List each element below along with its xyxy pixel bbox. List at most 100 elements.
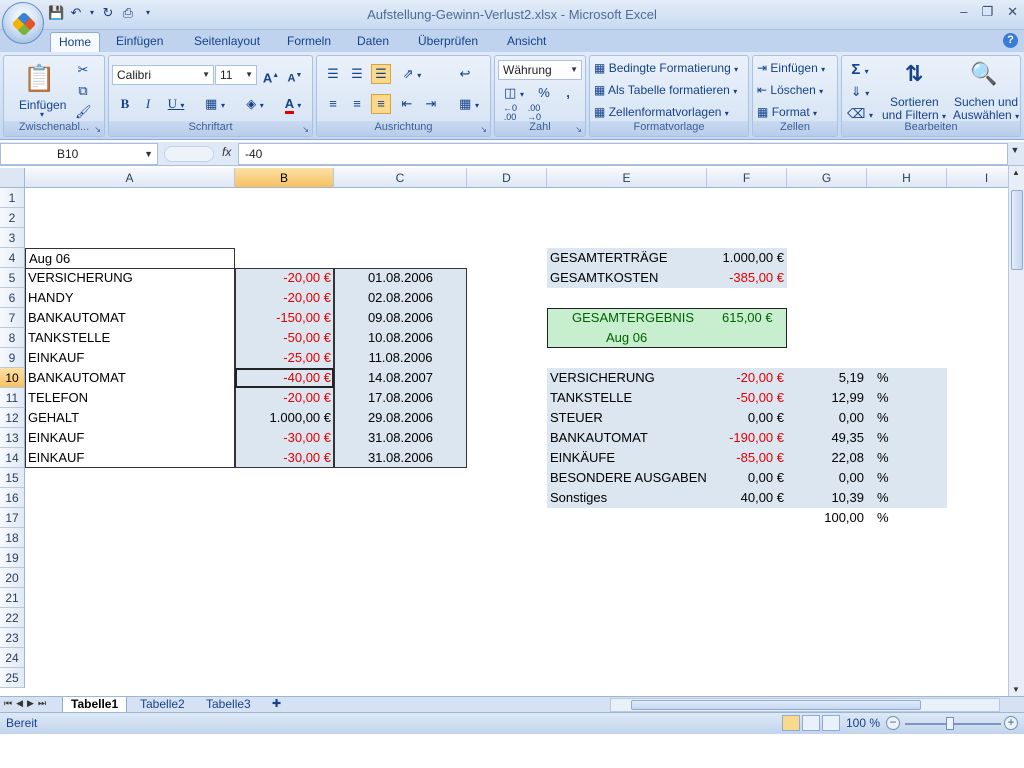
breakdown-amount[interactable]: -20,00 € [707,368,787,388]
insert-cells-button[interactable]: ⇥ Einfügen ▾ [757,61,825,75]
ledger-label[interactable]: TANKSTELLE [25,328,235,348]
ledger-label[interactable]: EINKAUF [25,428,235,448]
tab-formulas[interactable]: Formeln [279,32,339,52]
font-size-combo[interactable]: 11 ▼ [215,65,257,85]
zoom-out-icon[interactable]: − [886,716,900,730]
font-name-combo[interactable]: Calibri ▼ [112,65,214,85]
find-select-label-2[interactable]: Auswählen ▾ [953,108,1019,122]
ledger-date[interactable]: 31.08.2006 [334,428,467,448]
breakdown-percent[interactable]: 10,39 [787,488,867,508]
merge-center-icon[interactable]: ▦ ▾ [453,94,485,116]
italic-icon[interactable]: I [138,94,158,114]
ledger-date[interactable]: 02.08.2006 [334,288,467,308]
breakdown-label[interactable]: EINKÄUFE [547,448,707,468]
ledger-amount[interactable]: -20,00 € [235,268,334,288]
ledger-date[interactable]: 14.08.2007 [334,368,467,388]
wrap-text-icon[interactable]: ↩ [455,64,475,84]
horizontal-scroll-thumb[interactable] [631,700,921,710]
bold-icon[interactable]: B [115,94,135,114]
ledger-label[interactable]: HANDY [25,288,235,308]
zoom-in-icon[interactable]: + [1004,716,1018,730]
row-header[interactable]: 20 [0,568,25,588]
find-select-icon[interactable]: 🔍 [968,58,1000,90]
close-icon[interactable]: ✕ [1007,4,1018,20]
ledger-label[interactable]: EINKAUF [25,348,235,368]
worksheet-grid[interactable]: A B C D E F G H I 1 2 3 4 5 6 7 8 9 10 11 12 13 14 15 16 17 18 19 20… [0,168,1008,696]
office-button[interactable] [2,2,44,44]
help-icon[interactable]: ? [1003,33,1018,48]
increase-decimal-icon[interactable]: ←0.00 [499,103,521,123]
row-header[interactable]: 9 [0,348,25,368]
tab-insert[interactable]: Einfügen [108,32,171,52]
row-header[interactable]: 1 [0,188,25,208]
row-header[interactable]: 21 [0,588,25,608]
ledger-date[interactable]: 29.08.2006 [334,408,467,428]
format-painter-icon[interactable]: 🖌 [74,102,92,122]
row-header[interactable]: 5 [0,268,25,288]
column-header[interactable]: H [867,168,947,188]
underline-icon[interactable]: U ▾ [161,94,191,116]
restore-icon[interactable]: ❐ [981,4,993,20]
sort-filter-label-2[interactable]: und Filtern ▾ [882,108,946,122]
row-header[interactable]: 4 [0,248,25,268]
column-header[interactable]: F [707,168,787,188]
tab-data[interactable]: Daten [349,32,397,52]
total-income-value[interactable]: 1.000,00 € [707,248,787,268]
row-header[interactable]: 6 [0,288,25,308]
align-left-icon[interactable]: ≡ [323,94,343,114]
breakdown-percent[interactable]: 49,35 [787,428,867,448]
comma-style-button[interactable]: , [559,83,577,103]
column-header[interactable]: E [547,168,707,188]
name-box[interactable]: B10 ▼ [0,143,158,165]
clipboard-launcher-icon[interactable]: ↘ [94,125,101,134]
ledger-label[interactable]: BANKAUTOMAT [25,308,235,328]
row-header[interactable]: 14 [0,448,25,468]
breakdown-amount[interactable]: -85,00 € [707,448,787,468]
breakdown-percent[interactable]: 5,19 [787,368,867,388]
breakdown-amount[interactable]: -190,00 € [707,428,787,448]
grow-font-icon[interactable]: A▲ [261,66,281,88]
column-header[interactable]: I [947,168,1008,188]
align-middle-icon[interactable]: ☰ [347,64,367,84]
accounting-format-icon[interactable]: ◫ ▾ [499,83,529,105]
breakdown-amount[interactable]: 0,00 € [707,468,787,488]
paste-dropdown-icon[interactable]: ▾ [40,110,44,119]
row-header[interactable]: 12 [0,408,25,428]
row-header[interactable]: 25 [0,668,25,688]
minimize-icon[interactable]: – [960,4,967,20]
formula-input[interactable]: -40 [238,143,1008,165]
sheet-tab-tabelle1[interactable]: Tabelle1 [62,697,128,713]
row-header[interactable]: 16 [0,488,25,508]
breakdown-amount[interactable]: 0,00 € [707,408,787,428]
row-header[interactable]: 3 [0,228,25,248]
column-header[interactable]: G [787,168,867,188]
ledger-amount[interactable]: -20,00 € [235,288,334,308]
borders-icon[interactable]: ▦ ▾ [199,94,231,116]
align-top-icon[interactable]: ☰ [323,64,343,84]
sort-filter-icon[interactable]: ⇅ [898,58,930,90]
row-header[interactable]: 8 [0,328,25,348]
column-header[interactable]: C [334,168,467,188]
row-header[interactable]: 11 [0,388,25,408]
breakdown-amount[interactable]: -50,00 € [707,388,787,408]
page-layout-view-icon[interactable] [802,715,820,731]
column-header[interactable]: B [235,168,334,188]
ledger-amount[interactable]: -20,00 € [235,388,334,408]
total-costs-label[interactable]: GESAMTKOSTEN [547,268,707,288]
ledger-date[interactable]: 01.08.2006 [334,268,467,288]
copy-icon[interactable]: ⧉ [74,81,92,101]
zoom-slider-thumb[interactable] [946,717,954,730]
row-header[interactable]: 2 [0,208,25,228]
number-launcher-icon[interactable]: ↘ [575,125,582,134]
ledger-amount[interactable]: -30,00 € [235,448,334,468]
row-header[interactable]: 17 [0,508,25,528]
ledger-amount[interactable]: -150,00 € [235,308,334,328]
find-select-label-1[interactable]: Suchen und [954,95,1018,109]
tab-home[interactable]: Home [50,32,101,52]
insert-function-button[interactable]: fx [222,145,231,159]
decrease-indent-icon[interactable]: ⇤ [397,94,417,114]
breakdown-label[interactable]: BESONDERE AUSGABEN [547,468,707,488]
ledger-amount[interactable]: -50,00 € [235,328,334,348]
column-header[interactable]: A [25,168,235,188]
alignment-launcher-icon[interactable]: ↘ [480,125,487,134]
